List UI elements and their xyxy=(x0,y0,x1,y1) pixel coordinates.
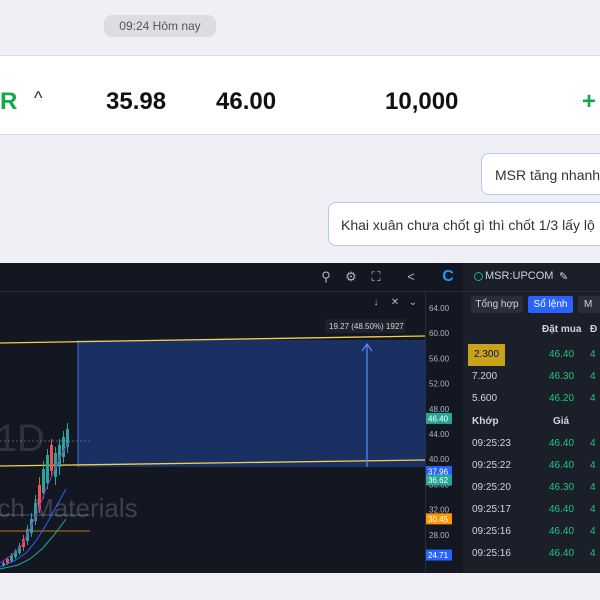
tab-tong-hop[interactable]: Tổng hợp xyxy=(471,296,523,313)
price-tag-label: 46.40 xyxy=(428,414,449,423)
book-price: 46.20 xyxy=(549,393,575,404)
symbol-label[interactable]: MSR:UPCOM xyxy=(474,270,553,282)
match-price: 46.40 xyxy=(549,460,575,471)
book-extra: 4 xyxy=(590,349,596,360)
match-time-header: Khớp xyxy=(472,416,499,427)
chart-screenshot[interactable]: 1D Tech Materials 19.27 (48.50%) 1927 64… xyxy=(0,263,463,573)
match-extra: 4 xyxy=(590,548,596,559)
match-price: 46.30 xyxy=(549,482,575,493)
expand-caret-icon[interactable]: ^ xyxy=(34,56,42,134)
chat-message-1[interactable]: MSR tăng nhanh xyxy=(481,153,600,195)
candle-body xyxy=(62,437,65,457)
match-time: 09:25:20 xyxy=(472,482,511,493)
match-price: 46.40 xyxy=(549,526,575,537)
match-extra: 4 xyxy=(590,438,596,449)
close-icon[interactable]: ✕ xyxy=(388,296,402,310)
price-tick-label: 56.00 xyxy=(429,354,450,363)
candle-body xyxy=(50,445,53,471)
zoom-icon[interactable]: ⚲ xyxy=(317,268,335,286)
book-extra: 4 xyxy=(590,393,596,404)
quote-value-b: 46.00 xyxy=(216,88,277,115)
price-tick-label: 64.00 xyxy=(429,304,450,313)
price-tag-label: 36.62 xyxy=(428,476,449,485)
match-time: 09:25:16 xyxy=(472,548,511,559)
extra-header: Đ xyxy=(590,324,598,335)
match-time: 09:25:22 xyxy=(472,460,511,471)
fullscreen-icon[interactable]: ⛶ xyxy=(367,268,385,286)
book-row[interactable]: 2.300 46.40 4 xyxy=(463,344,600,366)
quote-change: + xyxy=(582,88,597,115)
match-row[interactable]: 09:25:22 46.40 4 xyxy=(463,455,600,477)
price-tick-label: 40.00 xyxy=(429,455,450,464)
match-price: 46.40 xyxy=(549,504,575,515)
price-tick-label: 52.00 xyxy=(429,380,450,389)
match-time: 09:25:23 xyxy=(472,438,511,449)
price-tick-label: 48.00 xyxy=(429,405,450,414)
match-row[interactable]: 09:25:16 46.40 4 xyxy=(463,521,600,543)
book-price: 46.30 xyxy=(549,371,575,382)
timestamp-pill: 09:24 Hôm nay xyxy=(104,15,216,37)
refresh-icon[interactable]: C xyxy=(439,268,457,286)
book-volume: 5.600 xyxy=(472,393,498,404)
book-row[interactable]: 5.600 46.20 4 xyxy=(463,388,600,410)
match-time: 09:25:16 xyxy=(472,526,511,537)
arrow-down-icon[interactable]: ↓ xyxy=(369,296,383,310)
book-volume: 2.300 xyxy=(468,344,506,366)
match-price-header: Giá xyxy=(553,416,570,427)
quote-symbol: R xyxy=(0,88,18,115)
price-tick-label: 44.00 xyxy=(429,430,450,439)
match-row[interactable]: 09:25:17 46.40 4 xyxy=(463,499,600,521)
candle-body xyxy=(46,455,49,483)
match-price: 46.40 xyxy=(549,438,575,449)
measure-label: 19.27 (48.50%) 1927 xyxy=(329,322,404,331)
match-extra: 4 xyxy=(590,504,596,515)
chevron-down-icon[interactable]: ⌄ xyxy=(406,296,420,310)
book-price: 46.40 xyxy=(549,349,575,360)
price-tag-label: 30.45 xyxy=(428,515,449,524)
watermark-interval: 1D xyxy=(0,418,45,460)
watermark-name: Tech Materials xyxy=(0,493,138,523)
settings-icon[interactable]: ⚙ xyxy=(342,268,360,286)
candle-body xyxy=(42,469,45,493)
match-row[interactable]: 09:25:23 46.40 4 xyxy=(463,433,600,455)
quote-value-a: 35.98 xyxy=(106,88,167,115)
symbol-text: MSR:UPCOM xyxy=(485,270,554,282)
order-book-panel: MSR:UPCOM ✎ Tổng hợp Sổ lệnh M Đặt mua Đ… xyxy=(463,263,600,573)
match-header-row: Khớp Giá xyxy=(463,411,600,433)
book-volume: 7.200 xyxy=(472,371,498,382)
match-extra: 4 xyxy=(590,526,596,537)
buy-header: Đặt mua xyxy=(542,324,582,335)
chat-message-2[interactable]: Khai xuân chưa chốt gì thì chốt 1/3 lấy … xyxy=(328,202,600,246)
stock-quote-row[interactable]: R ^ 35.98 46.00 10,000 + xyxy=(0,55,600,135)
book-row[interactable]: 7.200 46.30 4 xyxy=(463,366,600,388)
candle-body xyxy=(6,559,9,563)
match-extra: 4 xyxy=(590,482,596,493)
book-extra: 4 xyxy=(590,371,596,382)
match-price: 46.40 xyxy=(549,548,575,559)
match-row[interactable]: 09:25:20 46.30 4 xyxy=(463,477,600,499)
chart-toolbar: ⚲ ⚙ ⛶ < C xyxy=(0,263,463,292)
price-tick-label: 28.00 xyxy=(429,531,450,540)
tab-more[interactable]: M xyxy=(578,296,600,313)
pencil-icon[interactable]: ✎ xyxy=(559,270,568,283)
symbol-dot-icon xyxy=(474,271,483,281)
price-tick-label: 60.00 xyxy=(429,329,450,338)
match-time: 09:25:17 xyxy=(472,504,511,515)
quote-volume: 10,000 xyxy=(385,88,459,115)
tab-so-lenh[interactable]: Sổ lệnh xyxy=(528,296,573,313)
share-icon[interactable]: < xyxy=(402,268,420,286)
measure-range-box xyxy=(78,340,425,467)
match-extra: 4 xyxy=(590,460,596,471)
panel-header: MSR:UPCOM ✎ xyxy=(463,263,600,292)
match-row[interactable]: 09:25:16 46.40 4 xyxy=(463,543,600,565)
price-tag-label: 24.71 xyxy=(428,551,449,560)
price-tick-label: 32.00 xyxy=(429,506,450,515)
